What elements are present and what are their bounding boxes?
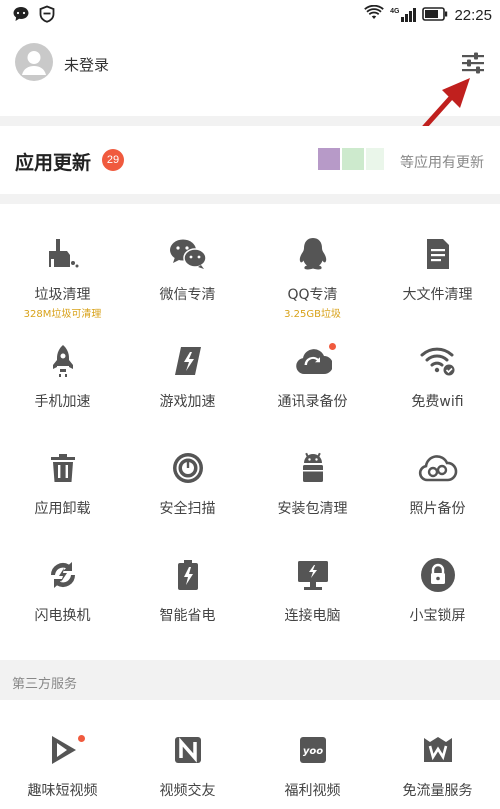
wifi-icon (364, 4, 384, 25)
service-label: 趣味短视频 (27, 783, 98, 799)
tool-label: 小宝锁屏 (409, 608, 466, 624)
yoo-logo-icon: yoo (293, 730, 333, 770)
trash-icon (43, 448, 83, 488)
tool-phone-boost[interactable]: 手机加速 (0, 311, 125, 418)
tool-contacts-backup[interactable]: 通讯录备份 (250, 311, 375, 418)
tool-label: 手机加速 (34, 394, 91, 410)
app-update-title: 应用更新 (15, 152, 92, 174)
status-bar: 4G 22:25 (0, 0, 500, 32)
shield-icon (38, 5, 56, 27)
settings-sliders-icon (462, 52, 484, 74)
lightning-swap-icon (43, 555, 83, 595)
service-label: 福利视频 (284, 783, 341, 799)
app-thumbnail (342, 148, 364, 170)
tool-photo-backup[interactable]: 照片备份 (375, 418, 500, 525)
game-boost-icon (168, 341, 208, 381)
service-video-dating[interactable]: 视频交友 (125, 700, 250, 807)
tools-grid: 垃圾清理 328M垃圾可清理 微信专清 QQ专清 3.25GB垃圾 大文件清理 … (0, 204, 500, 660)
tool-label: 照片备份 (409, 501, 466, 517)
app-thumbnail (366, 148, 384, 170)
play-icon (43, 730, 83, 770)
settings-button[interactable] (460, 50, 486, 76)
svg-text:yoo: yoo (303, 746, 323, 757)
n-logo-icon (168, 730, 208, 770)
service-fun-video[interactable]: 趣味短视频 (0, 700, 125, 807)
tool-big-file-clean[interactable]: 大文件清理 (375, 204, 500, 311)
notification-dot (78, 735, 85, 742)
tool-wechat-clean[interactable]: 微信专清 (125, 204, 250, 311)
third-party-section-header: 第三方服务 (0, 662, 500, 700)
app-update-row[interactable]: 应用更新 29 等应用有更新 (0, 126, 500, 194)
notification-dot (329, 343, 336, 350)
app-thumbnails (318, 148, 384, 170)
app-update-note: 等应用有更新 (400, 155, 484, 171)
service-free-data[interactable]: 免流量服务 (375, 700, 500, 807)
tool-app-uninstall[interactable]: 应用卸载 (0, 418, 125, 525)
cloud-icon (418, 448, 458, 488)
battery-icon (422, 6, 448, 25)
android-icon (293, 448, 333, 488)
tool-power-save[interactable]: 智能省电 (125, 525, 250, 632)
scan-icon (168, 448, 208, 488)
tool-label: 闪电换机 (34, 608, 91, 624)
service-label: 免流量服务 (402, 783, 473, 799)
tool-game-boost[interactable]: 游戏加速 (125, 311, 250, 418)
battery-bolt-icon (168, 555, 208, 595)
tool-label: 智能省电 (159, 608, 216, 624)
tool-junk-clean[interactable]: 垃圾清理 328M垃圾可清理 (0, 204, 125, 320)
wechat-icon (168, 234, 208, 274)
tool-label: 游戏加速 (159, 394, 216, 410)
network-type: 4G (390, 8, 400, 15)
tool-label: 连接电脑 (284, 608, 341, 624)
tool-apk-clean[interactable]: 安装包清理 (250, 418, 375, 525)
tool-label: 微信专清 (159, 287, 216, 303)
document-icon (418, 234, 458, 274)
tool-label: 免费wifi (411, 394, 464, 410)
tool-qq-clean[interactable]: QQ专清 3.25GB垃圾 (250, 204, 375, 320)
tool-connect-pc[interactable]: 连接电脑 (250, 525, 375, 632)
broom-icon (43, 234, 83, 274)
message-icon (12, 5, 30, 27)
monitor-bolt-icon (293, 555, 333, 595)
tool-label: QQ专清 (287, 287, 338, 303)
third-party-title: 第三方服务 (12, 677, 78, 692)
tool-label: 大文件清理 (402, 287, 473, 303)
service-bonus-video[interactable]: yoo 福利视频 (250, 700, 375, 807)
update-count-badge: 29 (102, 149, 124, 171)
clock: 22:25 (454, 6, 492, 24)
tool-security-scan[interactable]: 安全扫描 (125, 418, 250, 525)
tool-free-wifi[interactable]: 免费wifi (375, 311, 500, 418)
tool-label: 安装包清理 (277, 501, 348, 517)
service-label: 视频交友 (159, 783, 216, 799)
tool-label: 应用卸载 (34, 501, 91, 517)
signal-icon: 4G (390, 8, 417, 22)
penguin-icon (293, 234, 333, 274)
third-party-grid: 趣味短视频 视频交友 yoo 福利视频 免流量服务 (0, 700, 500, 809)
app-thumbnail (318, 148, 340, 170)
wifi-check-icon (418, 341, 458, 381)
avatar[interactable] (15, 43, 53, 81)
crown-w-icon (418, 730, 458, 770)
rocket-icon (43, 341, 83, 381)
cloud-sync-icon (293, 341, 333, 381)
tool-lock-screen[interactable]: 小宝锁屏 (375, 525, 500, 632)
login-status[interactable]: 未登录 (64, 54, 109, 75)
tool-label: 安全扫描 (159, 501, 216, 517)
tool-flash-transfer[interactable]: 闪电换机 (0, 525, 125, 632)
tool-label: 通讯录备份 (277, 394, 348, 410)
lock-icon (418, 555, 458, 595)
tool-label: 垃圾清理 (34, 287, 91, 303)
user-icon (22, 51, 46, 75)
